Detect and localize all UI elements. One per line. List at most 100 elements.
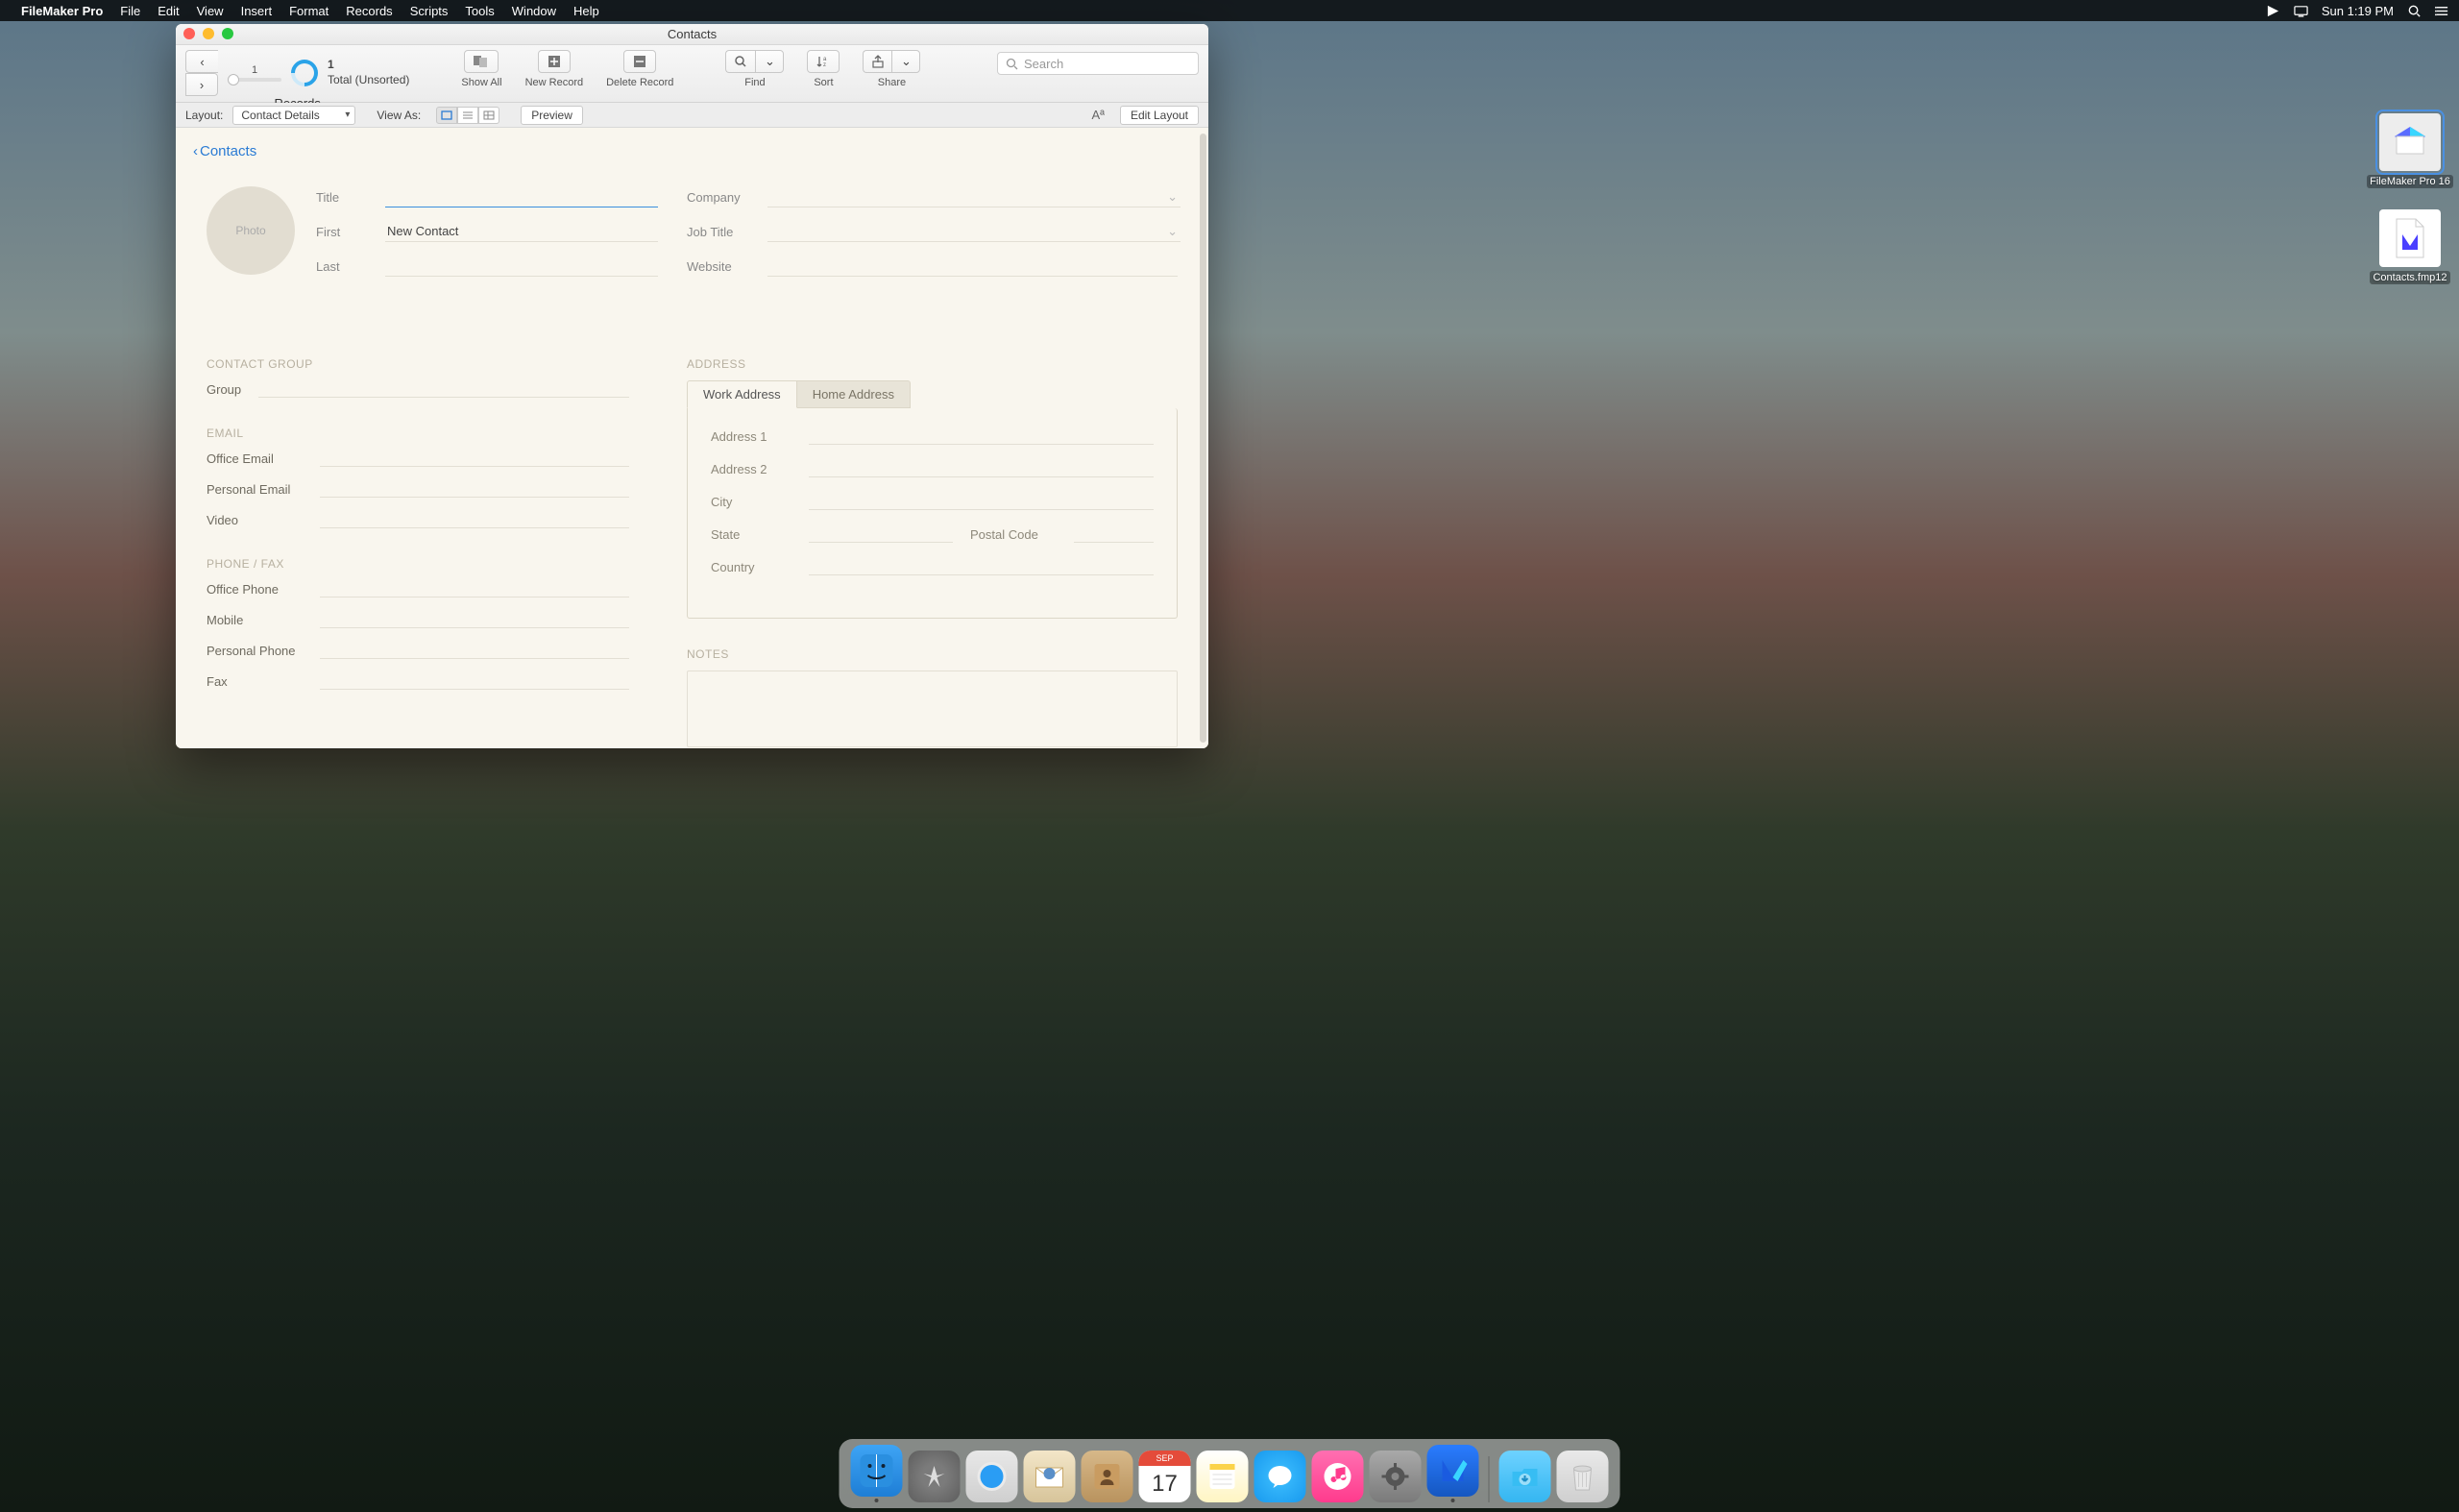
state-field[interactable] [809, 525, 953, 543]
show-all-button[interactable] [464, 50, 499, 73]
menu-format[interactable]: Format [289, 4, 329, 18]
desktop-app-label: FileMaker Pro 16 [2367, 175, 2453, 188]
menu-records[interactable]: Records [346, 4, 392, 18]
preview-button[interactable]: Preview [521, 106, 583, 125]
address-panel: Address 1 Address 2 City State Postal Co… [687, 408, 1178, 619]
dock-preferences[interactable] [1370, 1451, 1422, 1502]
mobile-field[interactable] [320, 611, 629, 628]
dock-itunes[interactable] [1312, 1451, 1364, 1502]
address1-label: Address 1 [711, 429, 791, 444]
last-field[interactable] [385, 256, 658, 277]
dock: SEP17 [840, 1439, 1620, 1508]
menu-items: File Edit View Insert Format Records Scr… [120, 4, 599, 18]
find-menu-button[interactable]: ⌄ [755, 50, 784, 73]
dock-trash[interactable] [1557, 1451, 1609, 1502]
menu-window[interactable]: Window [512, 4, 556, 18]
titlebar[interactable]: Contacts [176, 24, 1208, 45]
formatting-icon[interactable]: Aª [1091, 108, 1104, 122]
menu-help[interactable]: Help [573, 4, 599, 18]
chevron-left-icon: ‹ [193, 143, 198, 159]
prev-record-button[interactable]: ‹ [185, 50, 218, 73]
record-slider[interactable]: 1 [228, 64, 281, 82]
zoom-button[interactable] [222, 28, 233, 39]
group-field[interactable] [258, 380, 629, 398]
job-title-field[interactable] [767, 221, 1181, 242]
dock-filemaker[interactable] [1427, 1445, 1479, 1497]
group-label: Group [207, 382, 258, 397]
desktop-app-icon[interactable]: FileMaker Pro 16 [2367, 113, 2453, 188]
notes-header: NOTES [687, 647, 1178, 661]
phone-fax-header: PHONE / FAX [207, 557, 629, 571]
address2-field[interactable] [809, 460, 1154, 477]
back-link[interactable]: ‹ Contacts [176, 128, 1208, 167]
personal-email-field[interactable] [320, 480, 629, 498]
postal-field[interactable] [1074, 525, 1154, 543]
personal-phone-field[interactable] [320, 642, 629, 659]
close-button[interactable] [183, 28, 195, 39]
dock-safari[interactable] [966, 1451, 1018, 1502]
view-form-button[interactable] [436, 107, 457, 124]
share-button[interactable] [863, 50, 891, 73]
menu-insert[interactable]: Insert [241, 4, 273, 18]
chevron-down-icon[interactable]: ⌄ [1167, 189, 1178, 205]
company-field[interactable] [767, 186, 1181, 207]
minimize-button[interactable] [203, 28, 214, 39]
menu-edit[interactable]: Edit [158, 4, 179, 18]
office-phone-label: Office Phone [207, 582, 320, 597]
spotlight-icon[interactable] [2407, 4, 2422, 18]
content-area: ‹ Contacts Photo Title First Last [176, 128, 1208, 748]
office-email-field[interactable] [320, 450, 629, 467]
search-input[interactable]: Search [997, 52, 1199, 75]
new-record-button[interactable] [538, 50, 571, 73]
dock-messages[interactable] [1254, 1451, 1306, 1502]
edit-layout-button[interactable]: Edit Layout [1120, 106, 1199, 125]
dock-mail[interactable] [1024, 1451, 1076, 1502]
title-field[interactable] [385, 186, 658, 207]
office-phone-field[interactable] [320, 580, 629, 597]
desktop-file-icon[interactable]: Contacts.fmp12 [2367, 209, 2453, 284]
chevron-down-icon[interactable]: ⌄ [1167, 224, 1178, 239]
dock-finder[interactable] [851, 1445, 903, 1497]
address1-field[interactable] [809, 427, 1154, 445]
search-icon [1006, 58, 1018, 70]
app-name[interactable]: FileMaker Pro [21, 4, 103, 18]
share-menu-button[interactable]: ⌄ [891, 50, 920, 73]
mobile-label: Mobile [207, 613, 320, 627]
view-mode-toggle [436, 107, 499, 124]
video-label: Video [207, 513, 320, 527]
work-address-tab[interactable]: Work Address [687, 380, 797, 408]
scrollbar[interactable] [1200, 134, 1206, 743]
address2-label: Address 2 [711, 462, 791, 476]
menu-tools[interactable]: Tools [465, 4, 494, 18]
photo-placeholder[interactable]: Photo [207, 186, 295, 275]
dock-notes[interactable] [1197, 1451, 1249, 1502]
records-group: ‹ › 1 1 Total (Unsorted) Records [185, 50, 409, 110]
fax-field[interactable] [320, 672, 629, 690]
script-icon[interactable] [2266, 4, 2280, 18]
video-field[interactable] [320, 511, 629, 528]
city-field[interactable] [809, 493, 1154, 510]
view-table-button[interactable] [478, 107, 499, 124]
country-field[interactable] [809, 558, 1154, 575]
sort-button[interactable]: az [807, 50, 840, 73]
first-field[interactable] [385, 221, 658, 242]
menu-file[interactable]: File [120, 4, 140, 18]
notes-field[interactable] [687, 671, 1178, 747]
clock[interactable]: Sun 1:19 PM [2322, 4, 2394, 18]
menu-scripts[interactable]: Scripts [410, 4, 449, 18]
dock-contacts[interactable] [1082, 1451, 1133, 1502]
dock-launchpad[interactable] [909, 1451, 961, 1502]
next-record-button[interactable]: › [185, 73, 218, 96]
pie-icon[interactable] [285, 54, 324, 92]
menu-extras-icon[interactable] [2435, 4, 2449, 18]
home-address-tab[interactable]: Home Address [797, 380, 911, 408]
view-list-button[interactable] [457, 107, 478, 124]
website-field[interactable] [767, 256, 1178, 277]
find-button[interactable] [725, 50, 755, 73]
menu-view[interactable]: View [197, 4, 224, 18]
layout-select[interactable]: Contact Details [232, 106, 355, 125]
dock-downloads[interactable] [1499, 1451, 1551, 1502]
delete-record-button[interactable] [623, 50, 656, 73]
dock-calendar[interactable]: SEP17 [1139, 1451, 1191, 1502]
display-icon[interactable] [2294, 4, 2308, 18]
